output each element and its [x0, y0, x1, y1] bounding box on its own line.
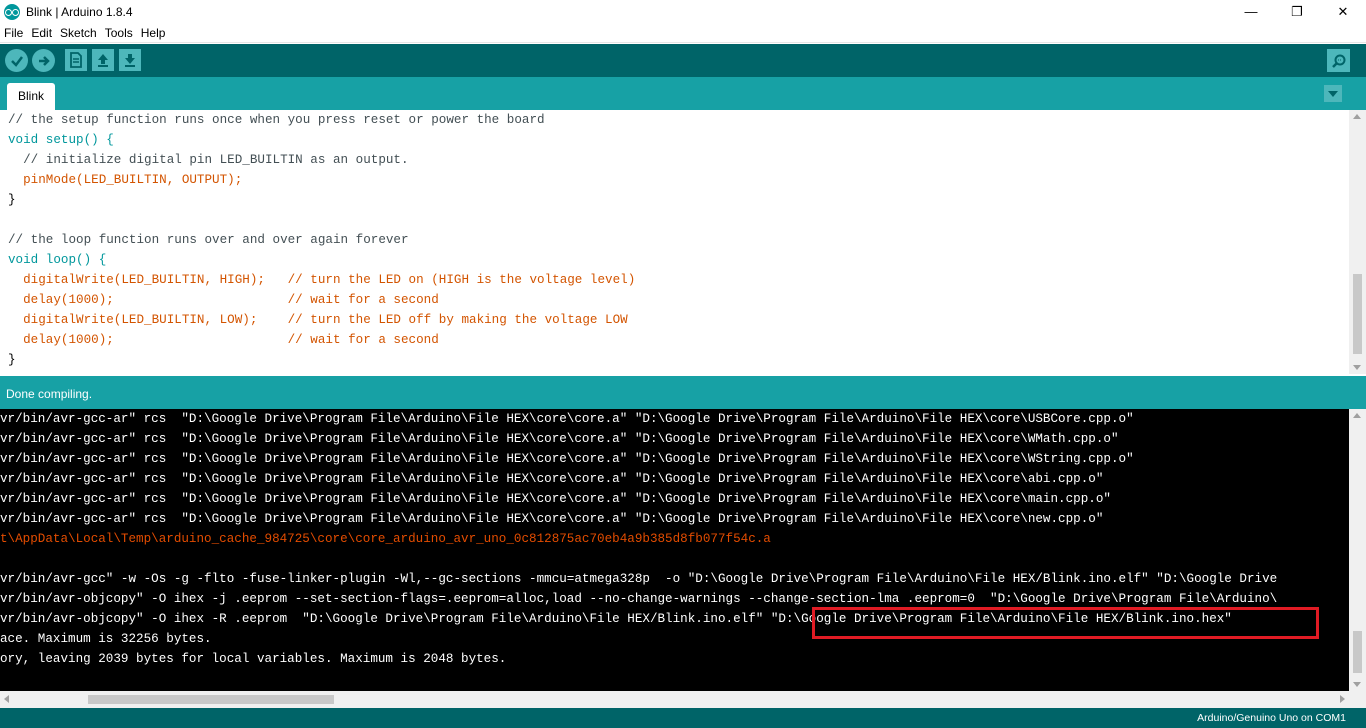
code-line: delay(1000); // wait for a second: [8, 333, 439, 347]
status-message: Done compiling.: [6, 387, 93, 401]
arduino-logo-icon: [4, 3, 20, 20]
save-arrow-down-icon: [125, 54, 135, 67]
toolbar: [0, 44, 1366, 77]
scroll-up-arrow-icon[interactable]: [1353, 413, 1361, 418]
tab-menu-chevron-down-icon[interactable]: [1324, 85, 1342, 102]
menu-sketch[interactable]: Sketch: [56, 26, 101, 40]
minimize-button[interactable]: —: [1228, 0, 1274, 23]
console-output[interactable]: vr/bin/avr-gcc-ar" rcs "D:\Google Drive\…: [0, 409, 1366, 691]
console-line: vr/bin/avr-gcc-ar" rcs "D:\Google Drive\…: [0, 432, 1119, 446]
hex-path-highlight-box: [812, 607, 1319, 639]
console-line: vr/bin/avr-gcc-ar" rcs "D:\Google Drive\…: [0, 452, 1134, 466]
console-line: vr/bin/avr-gcc" -w -Os -g -flto -fuse-li…: [0, 572, 1278, 586]
new-file-icon: [70, 52, 82, 68]
window-controls: — ❐ ✕: [1228, 0, 1366, 23]
open-button[interactable]: [92, 49, 114, 71]
console-line: ory, leaving 2039 bytes for local variab…: [0, 652, 507, 666]
code-line: void setup() {: [8, 133, 114, 147]
upload-button[interactable]: [32, 49, 55, 72]
open-arrow-up-icon: [98, 54, 108, 67]
scroll-thumb[interactable]: [1353, 274, 1362, 354]
new-button[interactable]: [65, 49, 87, 71]
code-line: }: [8, 193, 16, 207]
menu-bar: File Edit Sketch Tools Help: [0, 23, 1366, 43]
menu-edit[interactable]: Edit: [27, 26, 56, 40]
title-bar: Blink | Arduino 1.8.4 — ❐ ✕: [0, 0, 1366, 23]
code-text[interactable]: // the setup function runs once when you…: [8, 110, 635, 370]
menu-file[interactable]: File: [0, 26, 27, 40]
console-line-cache: t\AppData\Local\Temp\arduino_cache_98472…: [0, 532, 771, 546]
verify-button[interactable]: [5, 49, 28, 72]
status-bar: Done compiling.: [0, 376, 1366, 409]
code-line: // the setup function runs once when you…: [8, 113, 545, 127]
scroll-thumb[interactable]: [1353, 631, 1362, 673]
console-line: vr/bin/avr-gcc-ar" rcs "D:\Google Drive\…: [0, 412, 1134, 426]
scroll-right-arrow-icon[interactable]: [1340, 695, 1345, 703]
scroll-up-arrow-icon[interactable]: [1353, 114, 1361, 119]
console-vertical-scrollbar[interactable]: [1349, 409, 1366, 691]
console-line: vr/bin/avr-gcc-ar" rcs "D:\Google Drive\…: [0, 472, 1104, 486]
console-line: vr/bin/avr-gcc-ar" rcs "D:\Google Drive\…: [0, 512, 1104, 526]
window-title: Blink | Arduino 1.8.4: [26, 4, 133, 19]
code-line: digitalWrite(LED_BUILTIN, LOW); // turn …: [8, 313, 628, 327]
console-horizontal-scrollbar[interactable]: [0, 691, 1366, 708]
code-line: // the loop function runs over and over …: [8, 233, 409, 247]
code-line: }: [8, 353, 16, 367]
close-button[interactable]: ✕: [1320, 0, 1366, 23]
tab-row: Blink: [0, 77, 1366, 110]
code-line: delay(1000); // wait for a second: [8, 293, 439, 307]
code-line: // initialize digital pin LED_BUILTIN as…: [8, 153, 409, 167]
board-port-label: Arduino/Genuino Uno on COM1: [1197, 712, 1346, 724]
menu-help[interactable]: Help: [137, 26, 170, 40]
footer-bar: Arduino/Genuino Uno on COM1: [0, 708, 1366, 728]
serial-monitor-button[interactable]: [1327, 49, 1350, 72]
editor-vertical-scrollbar[interactable]: [1349, 110, 1366, 374]
code-line: void loop() {: [8, 253, 107, 267]
console-line: vr/bin/avr-objcopy" -O ihex -j .eeprom -…: [0, 592, 1278, 606]
code-editor[interactable]: // the setup function runs once when you…: [0, 110, 1366, 374]
console-line: vr/bin/avr-gcc-ar" rcs "D:\Google Drive\…: [0, 492, 1111, 506]
magnifier-icon: [1331, 54, 1345, 68]
right-arrow-icon: [38, 55, 50, 66]
menu-tools[interactable]: Tools: [101, 26, 137, 40]
scroll-down-arrow-icon[interactable]: [1353, 682, 1361, 687]
maximize-button[interactable]: ❐: [1274, 0, 1320, 23]
code-line: pinMode(LED_BUILTIN, OUTPUT);: [8, 173, 243, 187]
tab-blink[interactable]: Blink: [7, 83, 56, 110]
scroll-down-arrow-icon[interactable]: [1353, 365, 1361, 370]
scroll-left-arrow-icon[interactable]: [4, 695, 9, 703]
code-line: digitalWrite(LED_BUILTIN, HIGH); // turn…: [8, 273, 636, 287]
save-button[interactable]: [119, 49, 141, 71]
scroll-thumb[interactable]: [88, 695, 334, 704]
checkmark-icon: [10, 55, 23, 67]
